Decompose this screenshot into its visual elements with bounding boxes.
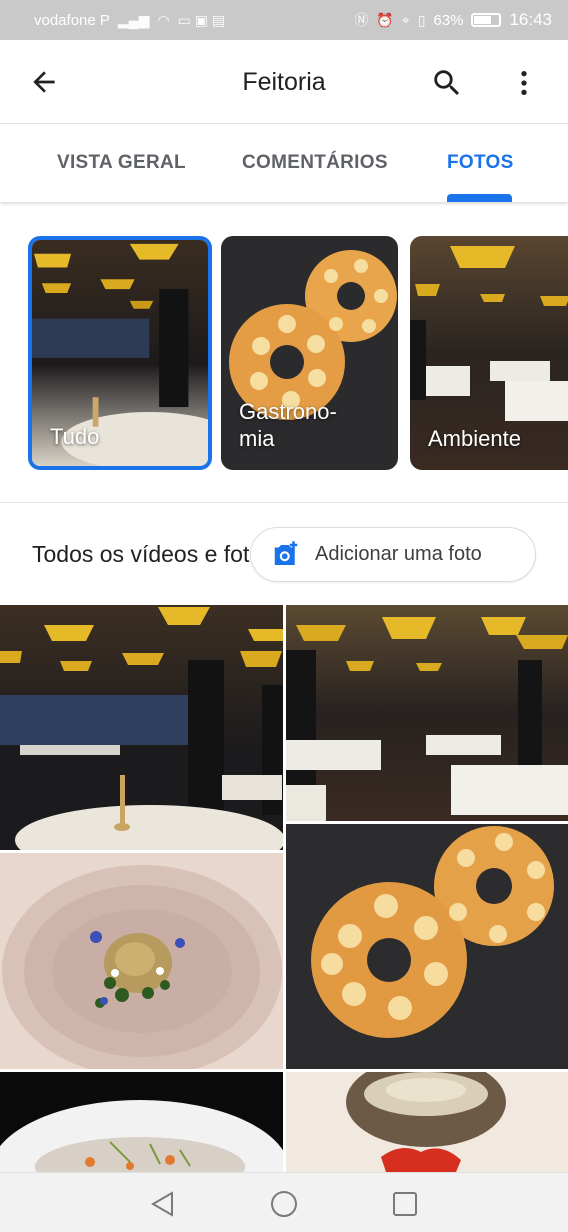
category-label: Gastrono- mia — [239, 398, 337, 452]
category-card-ambience[interactable]: Ambiente — [410, 236, 568, 470]
app-bar: Feitoria — [0, 40, 568, 124]
add-photo-button[interactable]: Adicionar uma foto — [250, 527, 536, 582]
status-bar: vodafone P ▂▄▆ ◠ ▭ ▣ ▤ Ⓝ ⏰ ⌖ ▯ 63% 16:43 — [0, 0, 568, 40]
dining-room-photo — [286, 605, 568, 821]
category-label: Ambiente — [428, 426, 521, 451]
location-icon: ⌖ — [401, 11, 410, 28]
alarm-icon: ⏰ — [376, 11, 394, 28]
vibrate-icon: ▯ — [417, 11, 426, 28]
status-right: Ⓝ ⏰ ⌖ ▯ 63% 16:43 — [354, 10, 552, 30]
photo-thumbnail[interactable] — [286, 1072, 568, 1172]
battery-icon — [471, 13, 502, 27]
nav-back-icon[interactable] — [148, 1189, 178, 1219]
nav-home-icon[interactable] — [269, 1189, 299, 1219]
category-card-gastronomy[interactable]: Gastrono- mia — [221, 236, 398, 470]
nav-recents-icon[interactable] — [390, 1189, 420, 1219]
add-photo-label: Adicionar uma foto — [315, 543, 482, 565]
wifi-icon: ◠ — [157, 11, 170, 28]
search-icon[interactable] — [430, 66, 464, 100]
tab-photos[interactable]: FOTOS — [447, 152, 514, 174]
tab-overview[interactable]: VISTA GERAL — [57, 152, 186, 174]
section-divider — [0, 502, 568, 503]
dish-photo — [0, 1072, 283, 1172]
section-title: Todos os vídeos e fotos — [32, 541, 262, 567]
pastry-photo — [286, 824, 568, 1069]
carrier-label: vodafone P — [34, 11, 110, 29]
nfc-icon: Ⓝ — [354, 12, 369, 28]
notification-icons: ▭ ▣ ▤ — [177, 11, 226, 28]
clock: 16:43 — [509, 10, 552, 29]
category-card-all[interactable]: Tudo — [28, 236, 212, 470]
photo-thumbnail[interactable] — [0, 853, 283, 1069]
photo-thumbnail[interactable] — [286, 824, 568, 1069]
add-photo-icon — [274, 540, 298, 565]
restaurant-interior-photo — [0, 605, 283, 850]
system-nav-bar — [0, 1172, 568, 1232]
dessert-photo — [286, 1072, 568, 1172]
status-left: vodafone P ▂▄▆ ◠ ▭ ▣ ▤ — [34, 12, 225, 29]
photo-thumbnail[interactable] — [0, 605, 283, 850]
plated-dish-photo — [0, 853, 283, 1069]
battery-percent: 63% — [433, 11, 464, 29]
category-label: Tudo — [50, 424, 100, 449]
more-vert-icon[interactable] — [508, 66, 540, 100]
signal-icon: ▂▄▆ — [117, 11, 150, 28]
photo-thumbnail[interactable] — [0, 1072, 283, 1172]
tab-reviews[interactable]: COMENTÁRIOS — [242, 152, 388, 174]
tab-bar: VISTA GERAL COMENTÁRIOS FOTOS — [0, 124, 568, 202]
tab-indicator — [447, 194, 512, 202]
photo-thumbnail[interactable] — [286, 605, 568, 821]
category-label-text: Gastrono- mia — [239, 399, 337, 451]
page-title: Feitoria — [242, 68, 326, 96]
